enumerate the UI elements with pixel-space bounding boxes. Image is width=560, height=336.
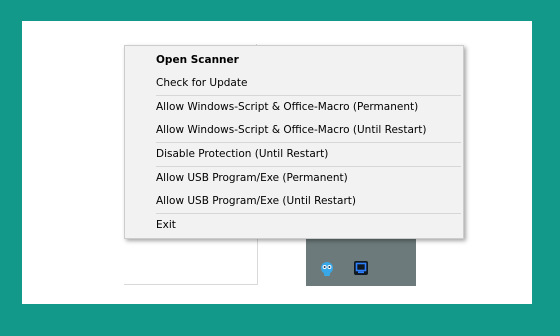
menu-item-allow-windows-script-office-macro-permanent[interactable]: Allow Windows-Script & Office-Macro (Per… [125,96,463,119]
menu-item-allow-windows-script-office-macro-until-restart[interactable]: Allow Windows-Script & Office-Macro (Unt… [125,119,463,142]
tray-context-menu: Open Scanner Check for Update Allow Window… [124,45,464,239]
menu-item-exit[interactable]: Exit [125,214,463,237]
menu-item-allow-usb-program-exe-permanent[interactable]: Allow USB Program/Exe (Permanent) [125,167,463,190]
menu-item-open-scanner[interactable]: Open Scanner [125,49,463,72]
monitor-tray-icon[interactable] [353,260,369,276]
menu-item-disable-protection-until-restart[interactable]: Disable Protection (Until Restart) [125,143,463,166]
menu-item-check-for-update[interactable]: Check for Update [125,72,463,95]
notification-area [306,236,416,286]
scanner-tray-icon[interactable] [319,261,335,277]
menu-item-allow-usb-program-exe-until-restart[interactable]: Allow USB Program/Exe (Until Restart) [125,190,463,213]
